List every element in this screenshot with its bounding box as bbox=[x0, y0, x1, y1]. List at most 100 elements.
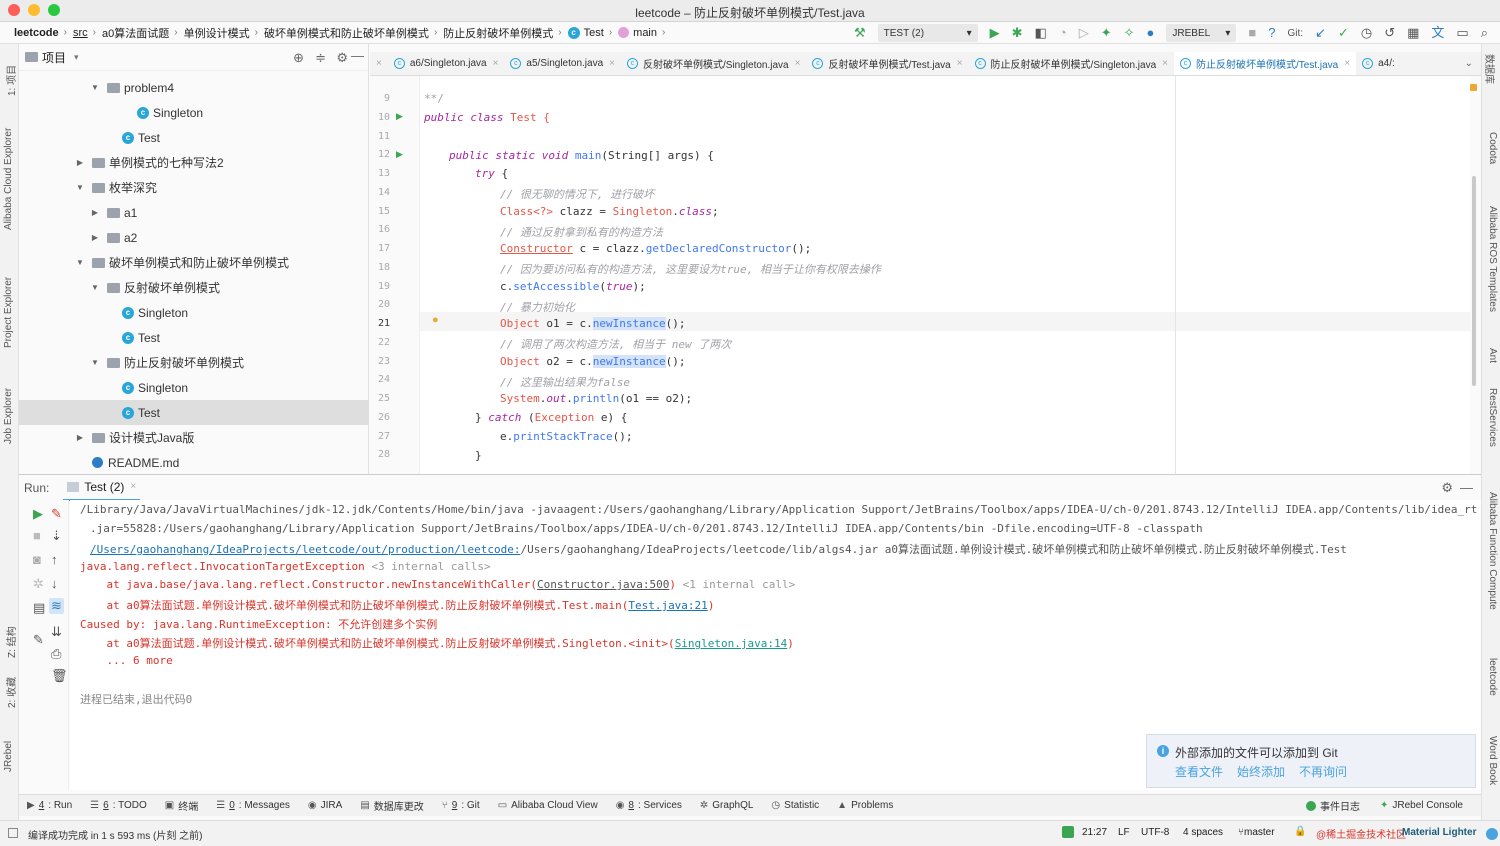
run-tab[interactable]: Test (2) × bbox=[63, 475, 141, 501]
build-hammer-icon[interactable]: ⚒ bbox=[854, 22, 866, 44]
chevron-right-icon[interactable]: ▶ bbox=[89, 208, 101, 217]
tool-window-database[interactable]: 数据库 bbox=[1483, 54, 1498, 84]
tree-item[interactable]: ▼ 破坏单例模式和防止破坏单例模式 bbox=[19, 250, 369, 275]
jrebel-select[interactable]: JREBEL ▾ bbox=[1166, 24, 1237, 42]
info-icon[interactable]: ● bbox=[1147, 22, 1155, 44]
indent-setting[interactable]: 4 spaces bbox=[1183, 827, 1223, 838]
tree-item[interactable]: c Test bbox=[19, 125, 369, 150]
chevron-down-icon[interactable]: ▼ bbox=[74, 183, 86, 192]
collapse-all-icon[interactable]: ≑ bbox=[315, 50, 326, 66]
tree-item[interactable]: c Test bbox=[19, 325, 369, 350]
bottom-tool-button[interactable]: ▲ Problems bbox=[837, 800, 893, 811]
chevron-down-icon[interactable]: ▾ bbox=[74, 52, 79, 63]
git-history-icon[interactable]: ◷ bbox=[1361, 22, 1372, 44]
run-class-gutter-icon[interactable]: ▶ bbox=[396, 111, 403, 122]
chevron-down-icon[interactable]: ▼ bbox=[89, 358, 101, 367]
tool-window-word-book[interactable]: Word Book bbox=[1487, 736, 1498, 785]
run-config-select[interactable]: TEST (2) ▾ bbox=[877, 24, 978, 42]
tree-item[interactable]: ▼ 反射破坏单例模式 bbox=[19, 275, 369, 300]
run-icon[interactable]: ▶ bbox=[990, 22, 1000, 44]
breadcrumb-package[interactable]: a0算法面试题 › bbox=[102, 25, 184, 41]
tree-item[interactable]: c Test bbox=[19, 400, 369, 425]
tool-window-job-explorer[interactable]: Job Explorer bbox=[3, 388, 14, 444]
tree-item[interactable]: ▶ a2 bbox=[19, 225, 369, 250]
always-add-link[interactable]: 始终添加 bbox=[1237, 763, 1285, 780]
close-tab-icon[interactable]: × bbox=[957, 58, 963, 69]
git-rollback-icon[interactable]: ↺ bbox=[1384, 22, 1395, 44]
trash-icon[interactable]: 🗑 bbox=[51, 668, 68, 684]
status-toggle-icon[interactable] bbox=[8, 828, 18, 838]
bottom-tool-button[interactable]: ⑂ 9: Git bbox=[442, 800, 480, 811]
tree-item[interactable]: ▼ 防止反射破坏单例模式 bbox=[19, 350, 369, 375]
editor-tab[interactable]: c a6/Singleton.java × bbox=[388, 52, 505, 75]
translate-icon[interactable]: 文 bbox=[1431, 22, 1444, 44]
tool-window-favorites[interactable]: 2: 收藏 bbox=[3, 677, 18, 708]
close-icon[interactable]: × bbox=[370, 58, 388, 69]
caret-position[interactable]: 21:27 bbox=[1082, 827, 1107, 838]
bottom-tool-button[interactable]: ▭ Alibaba Cloud View bbox=[498, 800, 598, 811]
intention-bulb-icon[interactable]: ● bbox=[432, 314, 439, 326]
stack-trace-link[interactable]: Singleton.java:14 bbox=[675, 637, 788, 650]
breadcrumb-project[interactable]: leetcode › bbox=[14, 27, 73, 39]
close-tab-icon[interactable]: × bbox=[609, 58, 615, 69]
bottom-tool-button[interactable]: ◉ JIRA bbox=[308, 800, 342, 811]
tree-item[interactable]: ▶ a1 bbox=[19, 200, 369, 225]
down-arrow-icon[interactable]: ↓ bbox=[51, 576, 58, 591]
tree-item[interactable]: ▶ 单例模式的七种写法2 bbox=[19, 150, 369, 175]
profile-icon[interactable]: ◔ bbox=[1059, 22, 1067, 44]
editor-tab[interactable]: c 防止反射破坏单例模式/Test.java × bbox=[1174, 52, 1357, 75]
warning-marker-icon[interactable] bbox=[1470, 84, 1477, 91]
plugin-icon[interactable] bbox=[1062, 826, 1074, 838]
close-tab-icon[interactable]: × bbox=[493, 58, 499, 69]
attach-icon[interactable]: ▷ bbox=[1079, 22, 1089, 44]
tab-overflow-icon[interactable]: ⌄ bbox=[1457, 58, 1481, 69]
wrap-icon[interactable]: ≋ bbox=[49, 598, 64, 614]
breadcrumb-class[interactable]: c Test › bbox=[567, 26, 619, 39]
camera-icon[interactable]: ◙ bbox=[33, 552, 41, 567]
tree-item[interactable]: c Singleton bbox=[19, 375, 369, 400]
tree-item[interactable]: ▶ 设计模式Java版 bbox=[19, 425, 369, 450]
close-icon[interactable]: × bbox=[130, 481, 136, 492]
jrebel-run-icon[interactable]: ✦ bbox=[1101, 22, 1112, 44]
close-tab-icon[interactable]: × bbox=[1162, 58, 1168, 69]
bottom-tool-button[interactable]: ▤ 数据库更改 bbox=[360, 798, 423, 813]
print-icon[interactable]: ⎙ bbox=[51, 646, 61, 662]
file-encoding[interactable]: UTF-8 bbox=[1141, 827, 1169, 838]
editor-tab[interactable]: c a4/: bbox=[1356, 52, 1401, 75]
tree-item[interactable]: ▼ 枚举深究 bbox=[19, 175, 369, 200]
run-method-gutter-icon[interactable]: ▶ bbox=[396, 149, 403, 160]
rerun-icon[interactable]: ▶ bbox=[33, 506, 43, 522]
project-structure-icon[interactable]: ▦ bbox=[1407, 22, 1419, 44]
tool-window-alibaba-ros[interactable]: Alibaba ROS Templates bbox=[1487, 206, 1498, 312]
chevron-down-icon[interactable]: ▼ bbox=[89, 283, 101, 292]
chevron-right-icon[interactable]: ▶ bbox=[74, 433, 86, 442]
settings-icon[interactable]: ✲ bbox=[33, 576, 44, 592]
up-arrow-icon[interactable]: ↑ bbox=[51, 552, 58, 567]
stop-icon[interactable]: ■ bbox=[33, 528, 41, 543]
bottom-tool-button[interactable]: ☰ 0: Messages bbox=[216, 800, 290, 811]
tree-item[interactable]: c Singleton bbox=[19, 100, 369, 125]
tool-window-project[interactable]: 1: 项目 bbox=[3, 65, 18, 96]
tree-item[interactable]: c Singleton bbox=[19, 300, 369, 325]
close-tab-icon[interactable]: × bbox=[1344, 58, 1350, 69]
event-log-button[interactable]: 事件日志 bbox=[1306, 798, 1360, 813]
tool-window-codota[interactable]: Codota bbox=[1487, 132, 1498, 164]
theme-name[interactable]: Material Lighter bbox=[1402, 827, 1476, 838]
bottom-tool-button[interactable]: ◉ 8: Services bbox=[616, 800, 682, 811]
soft-wrap-icon[interactable]: ⇣ bbox=[51, 528, 62, 544]
editor-tab[interactable]: c 反射破坏单例模式/Singleton.java × bbox=[621, 52, 806, 75]
breadcrumb-src[interactable]: src › bbox=[73, 27, 102, 39]
hide-panel-icon[interactable]: — bbox=[1460, 480, 1473, 495]
editor-scrollbar[interactable] bbox=[1472, 176, 1476, 386]
tool-window-structure[interactable]: Z: 结构 bbox=[3, 626, 18, 658]
bottom-tool-button[interactable]: ✲ GraphQL bbox=[700, 800, 754, 811]
jrebel-console-button[interactable]: ✦ JRebel Console bbox=[1380, 798, 1463, 813]
locate-icon[interactable]: ⊕ bbox=[293, 50, 304, 66]
tool-window-ant[interactable]: Ant bbox=[1487, 348, 1498, 363]
theme-icon[interactable] bbox=[1486, 828, 1498, 840]
tool-window-jrebel[interactable]: JRebel bbox=[3, 741, 14, 772]
tool-window-alibaba-function-compute[interactable]: Alibaba Function Compute bbox=[1487, 492, 1498, 610]
project-panel-title[interactable]: 项目 bbox=[42, 49, 66, 66]
classpath-link[interactable]: /Users/gaohanghang/IdeaProjects/leetcode… bbox=[90, 543, 520, 556]
stop-icon[interactable]: ■ bbox=[1248, 22, 1256, 44]
